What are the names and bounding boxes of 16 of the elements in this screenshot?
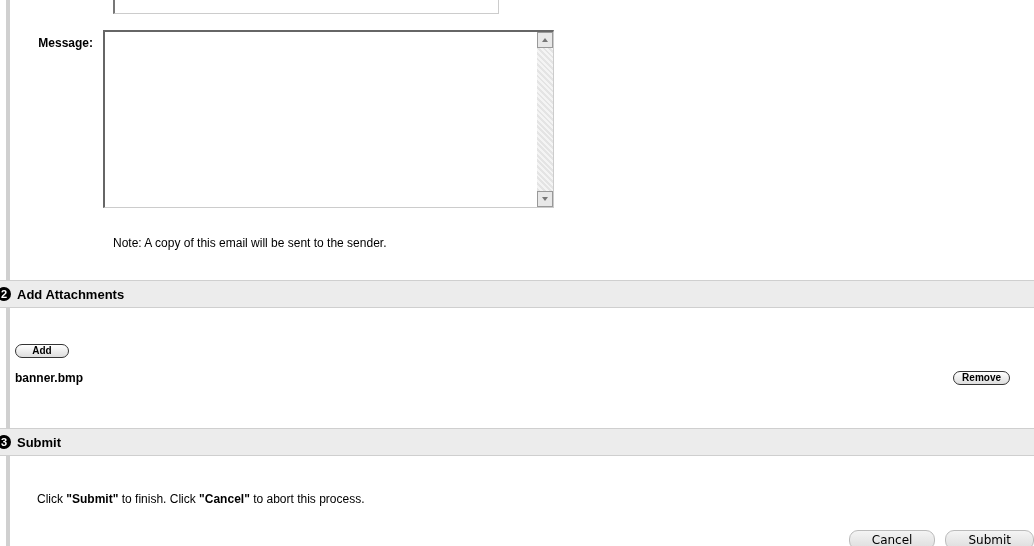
scrollbar[interactable] <box>537 32 553 207</box>
section-title: Add Attachments <box>17 286 125 302</box>
remove-button[interactable]: Remove <box>953 371 1010 385</box>
note-text: Note: A copy of this email will be sent to the sender. <box>113 236 388 250</box>
message-field[interactable] <box>103 30 554 208</box>
section-title: Submit <box>17 434 62 450</box>
instruction-text: Click "Submit" to finish. Click "Cancel" to abort this process. <box>37 492 366 506</box>
message-label: Message: <box>37 35 94 52</box>
cancel-button[interactable]: Cancel <box>848 530 936 546</box>
file-name: banner.bmp <box>15 371 83 385</box>
step-number: 3 <box>0 435 11 449</box>
add-button[interactable]: Add <box>15 344 69 358</box>
scroll-up-icon[interactable] <box>537 32 553 48</box>
step-number: 2 <box>0 287 11 301</box>
submit-button[interactable]: Submit <box>945 530 1034 546</box>
scroll-down-icon[interactable] <box>537 191 553 207</box>
